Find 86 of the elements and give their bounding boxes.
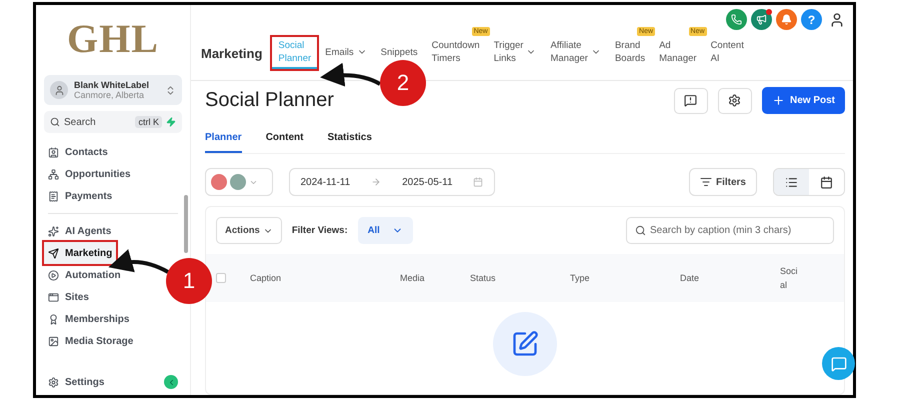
- image-icon: [48, 336, 59, 346]
- nav-tab[interactable]: Countdown Timers: [426, 37, 486, 69]
- caption-search-field[interactable]: Search by caption (min 3 chars): [626, 217, 834, 244]
- chat-icon: [830, 356, 846, 372]
- chevron-icon: [165, 84, 176, 96]
- sidebar-item[interactable]: Sites: [44, 286, 93, 308]
- tab[interactable]: Planner: [205, 132, 242, 153]
- nav-tab[interactable]: Ad Manager: [653, 37, 703, 69]
- sidebar-item[interactable]: Memberships: [44, 308, 134, 330]
- search-placeholder: Search: [64, 116, 96, 128]
- contact-card-icon: [48, 146, 59, 158]
- column-header: Type: [570, 273, 591, 283]
- paper-plane-icon: [48, 248, 59, 258]
- calendar-icon: [473, 177, 484, 187]
- actions-button[interactable]: Actions: [216, 217, 282, 244]
- page-title: Social Planner: [205, 89, 335, 112]
- play-circle-icon: [48, 270, 59, 280]
- account-icon: [50, 81, 68, 99]
- sidebar-item[interactable]: Automation: [44, 264, 125, 286]
- settings-item[interactable]: Settings: [44, 375, 182, 389]
- settings-button[interactable]: [718, 88, 752, 114]
- network-icon: [48, 168, 59, 180]
- end-date: 2025-05-11: [402, 176, 453, 188]
- search-icon: [635, 225, 646, 236]
- arrow: [320, 62, 381, 87]
- sidebar-item[interactable]: Media Storage: [44, 330, 138, 352]
- sidebar-item[interactable]: Contacts: [44, 141, 112, 163]
- search-icon: [50, 117, 60, 127]
- bell-icon[interactable]: [776, 9, 797, 30]
- browser-window-icon: [48, 292, 59, 302]
- account-name: Blank WhiteLabel: [74, 80, 150, 90]
- list-view-button[interactable]: [774, 169, 809, 195]
- phone-icon[interactable]: [726, 9, 747, 30]
- nav-tab[interactable]: Brand Boards: [608, 37, 652, 69]
- feedback-icon: [684, 94, 698, 107]
- tab[interactable]: Statistics: [327, 132, 372, 153]
- nav-tab[interactable]: Snippets: [374, 44, 424, 62]
- search-field[interactable]: Search ctrl K: [44, 111, 182, 133]
- scrollbar[interactable]: [184, 195, 188, 253]
- chat-button[interactable]: [822, 347, 855, 380]
- settings-icon: [728, 94, 742, 107]
- column-header: Media: [400, 273, 426, 283]
- checkbox[interactable]: [216, 273, 226, 283]
- arrow-icon: [371, 177, 382, 187]
- sparkle-icon: [48, 226, 59, 236]
- feedback-button[interactable]: [674, 88, 708, 114]
- account-selector[interactable]: [205, 168, 273, 196]
- step-number: 2: [380, 60, 426, 106]
- account-switcher[interactable]: Blank WhiteLabel Canmore, Alberta: [44, 75, 182, 105]
- tab[interactable]: Content: [266, 132, 304, 153]
- shortcut-key: ctrl K: [135, 116, 162, 128]
- date-range-field[interactable]: 2024-11-11 2025-05-11: [289, 168, 495, 196]
- settings-icon: [48, 376, 59, 388]
- section-title: Marketing: [201, 46, 262, 60]
- lightning-icon: [166, 117, 176, 127]
- filters-button[interactable]: Filters: [688, 168, 757, 196]
- logo: GHL: [66, 15, 160, 63]
- column-header: Status: [470, 273, 497, 283]
- megaphone-icon[interactable]: [751, 9, 772, 30]
- filter-label: Filter Views:: [292, 225, 348, 236]
- sidebar-item[interactable]: Payments: [44, 185, 116, 207]
- filter-select[interactable]: All: [358, 217, 413, 244]
- new-post-button[interactable]: New Post: [762, 87, 845, 114]
- filter-icon: [700, 176, 712, 188]
- column-header: Date: [680, 273, 700, 283]
- collapse-button[interactable]: [164, 375, 178, 389]
- nav-tab[interactable]: Trigger Links: [488, 37, 542, 69]
- column-header: Caption: [250, 273, 282, 283]
- sidebar-item[interactable]: AI Agents: [44, 220, 116, 242]
- account-location: Canmore, Alberta: [74, 90, 146, 100]
- plus-icon: [772, 94, 785, 107]
- nav-tab[interactable]: Emails: [319, 44, 373, 62]
- sidebar-item[interactable]: Opportunities: [44, 163, 135, 185]
- nav-tab[interactable]: Content AI: [704, 37, 750, 69]
- receipt-icon: [48, 190, 59, 202]
- account-avatar: [211, 174, 227, 190]
- column-header: Social: [780, 265, 798, 292]
- start-date: 2024-11-11: [300, 176, 350, 188]
- calendar-icon: [820, 176, 833, 188]
- nav-tab[interactable]: Affiliate Manager: [544, 37, 607, 69]
- list-icon: [785, 176, 798, 188]
- account-avatar: [230, 174, 246, 190]
- search-placeholder: Search by caption (min 3 chars): [650, 225, 792, 236]
- sidebar-item[interactable]: Marketing: [44, 242, 116, 264]
- step-number: 1: [166, 258, 212, 304]
- award-icon: [48, 314, 59, 324]
